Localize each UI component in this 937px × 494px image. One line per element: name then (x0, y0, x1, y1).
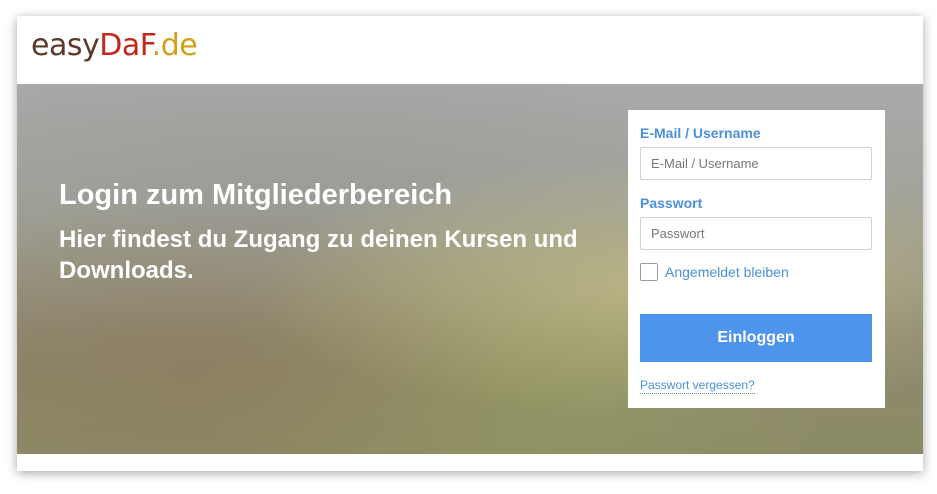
forgot-password-link[interactable]: Passwort vergessen? (640, 378, 755, 394)
logo-part-domain: .de (151, 28, 198, 63)
hero-title: Login zum Mitgliederbereich (59, 179, 453, 211)
site-logo[interactable]: easyDaF.de (31, 28, 198, 64)
email-input[interactable] (640, 147, 872, 180)
password-input[interactable] (640, 217, 872, 250)
remember-me-label[interactable]: Angemeldet bleiben (665, 264, 789, 280)
site-header: easyDaF.de (17, 16, 923, 84)
login-button[interactable]: Einloggen (640, 314, 872, 362)
logo-part-easy: easy (31, 28, 100, 63)
remember-me-checkbox[interactable] (640, 263, 658, 281)
login-form: E-Mail / Username Passwort Angemeldet bl… (628, 110, 885, 408)
email-label: E-Mail / Username (640, 125, 761, 141)
logo-part-daf: DaF (99, 28, 152, 63)
password-label: Passwort (640, 195, 703, 211)
page-frame: easyDaF.de Login zum Mitgliederbereich H… (17, 16, 923, 471)
hero-subtitle: Hier findest du Zugang zu deinen Kursen … (59, 226, 578, 284)
